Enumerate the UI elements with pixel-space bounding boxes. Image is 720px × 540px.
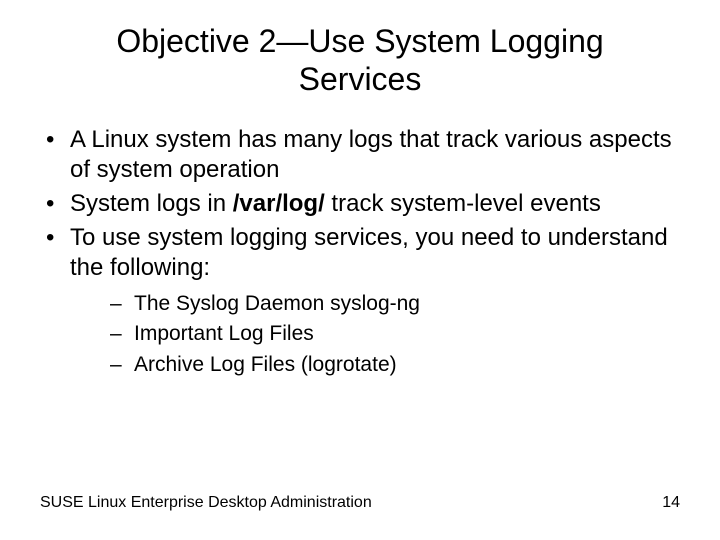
bullet-text: A Linux system has many logs that track … [70,126,672,183]
sub-list: The Syslog Daemon syslog-ng Important Lo… [70,289,680,380]
sub-item: Archive Log Files (logrotate) [110,350,680,380]
bullet-item: A Linux system has many logs that track … [40,125,680,185]
slide: Objective 2—Use System Logging Services … [0,0,720,540]
bullet-text-bold: /var/log/ [233,190,325,217]
page-number: 14 [662,494,680,512]
bullet-list: A Linux system has many logs that track … [40,125,680,380]
sub-item: Important Log Files [110,319,680,349]
sub-item: The Syslog Daemon syslog-ng [110,289,680,319]
bullet-item: To use system logging services, you need… [40,223,680,380]
bullet-text-pre: System logs in [70,190,233,217]
bullet-text: To use system logging services, you need… [70,224,668,281]
slide-content: A Linux system has many logs that track … [0,99,720,380]
slide-title: Objective 2—Use System Logging Services [0,0,720,99]
bullet-text-post: track system-level events [325,190,601,217]
footer-text: SUSE Linux Enterprise Desktop Administra… [40,494,372,512]
bullet-item: System logs in /var/log/ track system-le… [40,189,680,219]
